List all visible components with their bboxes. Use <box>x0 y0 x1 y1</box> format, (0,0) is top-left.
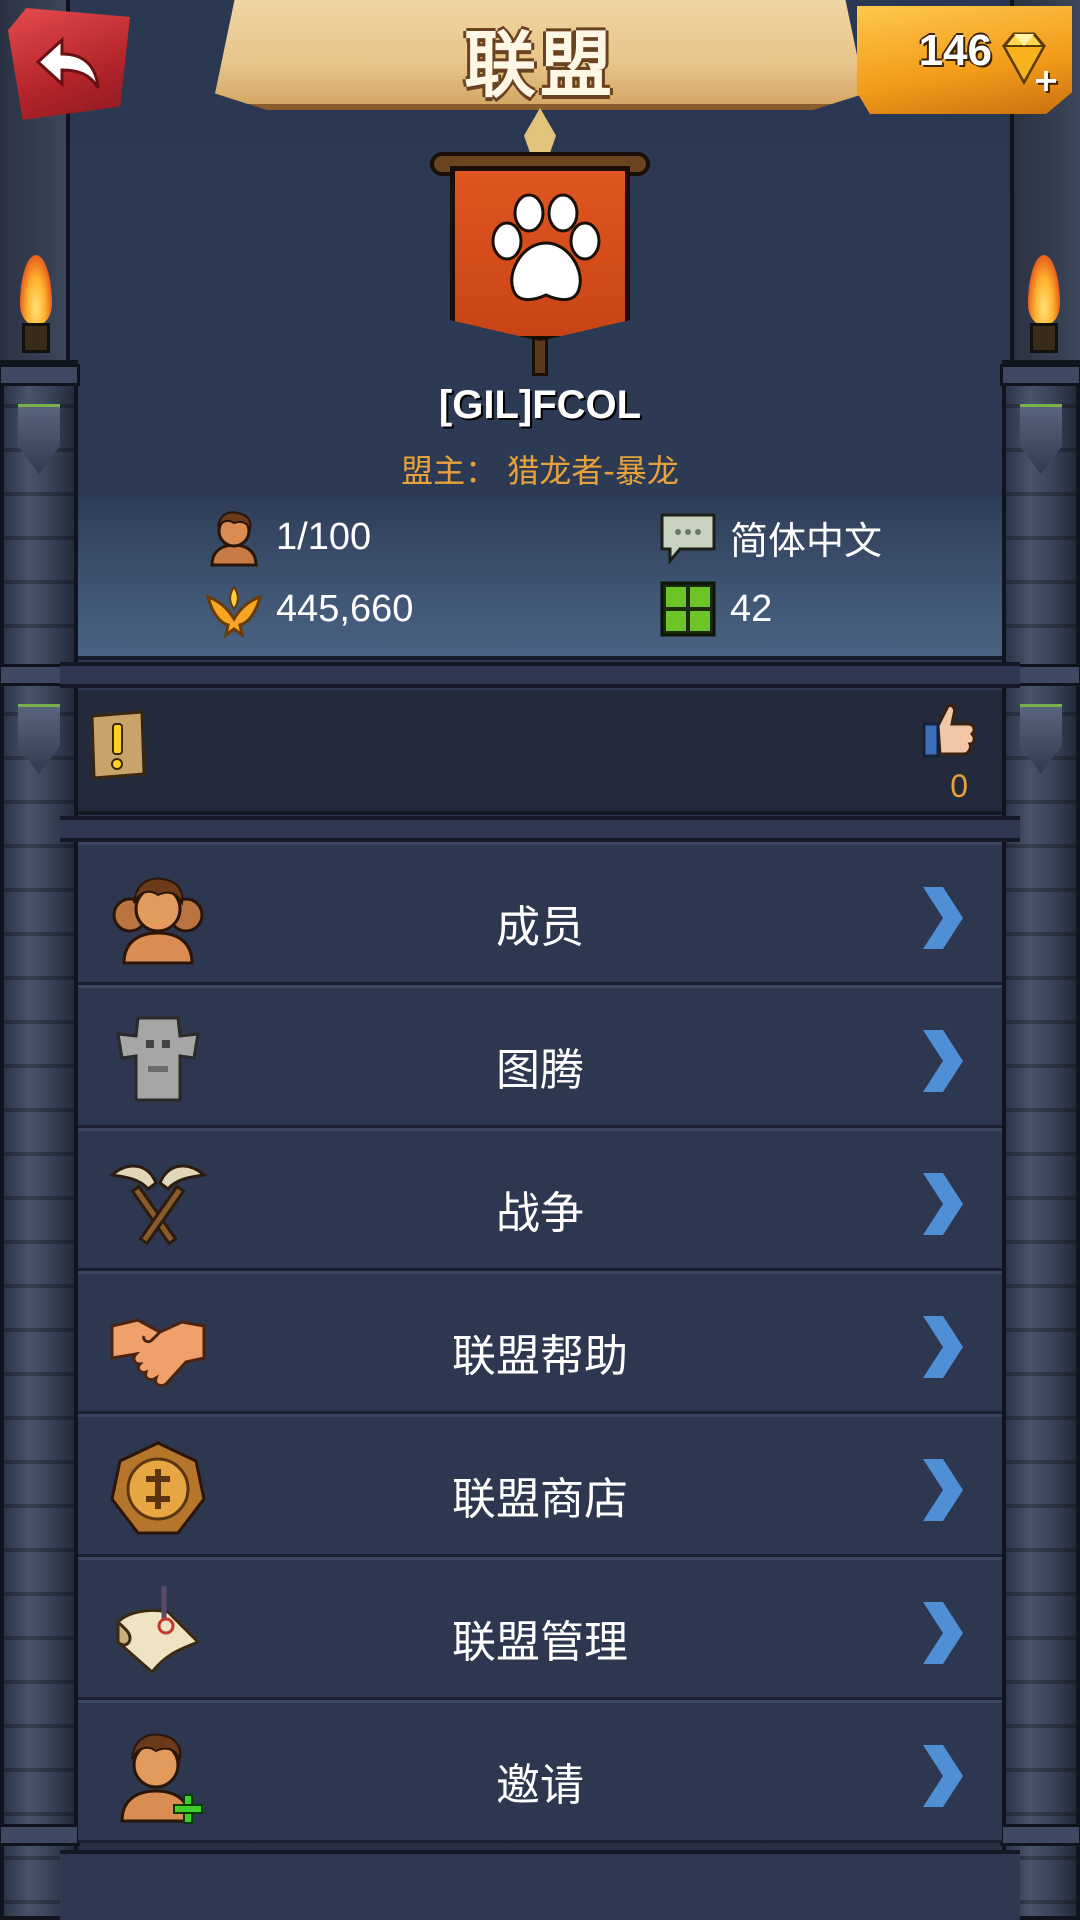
alliance-stats-panel: 1/100 445,660 简体中文 42 <box>78 497 1002 660</box>
title-banner: 联盟 <box>215 0 865 110</box>
chevron-right-icon <box>923 1316 963 1378</box>
torch-right-icon <box>1024 255 1064 355</box>
add-gems-icon: + <box>1032 61 1060 99</box>
flame-icon <box>20 255 52 325</box>
menu-label: 联盟帮助 <box>452 1331 628 1382</box>
torch-base <box>22 323 50 353</box>
alliance-emblem <box>430 108 650 378</box>
flame-icon <box>1028 255 1060 325</box>
territory-grid-icon <box>660 581 716 637</box>
stat-territory: 42 <box>658 579 772 639</box>
page-title: 联盟 <box>463 23 616 107</box>
like-count: 0 <box>950 768 968 804</box>
alliance-name: [GIL]FCOL <box>438 383 642 427</box>
banner-flag <box>450 166 630 341</box>
thumbs-up-icon[interactable] <box>920 700 980 760</box>
pillar-cap <box>1000 1824 1080 1846</box>
alliance-leader: 盟主： 猎龙者-暴龙 <box>401 452 679 490</box>
menu-item-alliance-shop[interactable]: 联盟商店 <box>78 1414 1002 1557</box>
torch-base <box>1030 323 1058 353</box>
gem-count: 146 <box>918 26 992 75</box>
pillar-cap <box>0 1824 80 1846</box>
stat-members: 1/100 <box>204 507 371 567</box>
paw-icon <box>491 193 601 301</box>
stat-power: 445,660 <box>204 579 413 639</box>
chevron-right-icon <box>923 1745 963 1807</box>
members-count: 1/100 <box>276 515 372 558</box>
menu-item-alliance-management[interactable]: 联盟管理 <box>78 1557 1002 1700</box>
menu-item-war[interactable]: 战争 <box>78 1128 1002 1271</box>
torch-left-icon <box>16 255 56 355</box>
divider <box>60 662 1020 688</box>
gem-counter-button[interactable]: 146 + <box>857 6 1072 114</box>
member-icon <box>210 511 258 567</box>
menu-label: 联盟商店 <box>452 1474 628 1525</box>
banner-spear-tip <box>524 108 556 154</box>
menu-item-invite[interactable]: 邀请 <box>78 1700 1002 1843</box>
menu-item-totem[interactable]: 图腾 <box>78 985 1002 1128</box>
menu-label: 成员 <box>496 902 584 953</box>
stone-pillar-left <box>0 360 80 1920</box>
menu-label: 战争 <box>496 1188 584 1239</box>
menu-item-members[interactable]: 成员 <box>78 842 1002 985</box>
stone-pillar-right <box>1000 360 1080 1920</box>
menu-label: 邀请 <box>496 1760 584 1811</box>
alliance-notice[interactable]: 0 <box>78 690 1002 815</box>
bottom-frame <box>60 1850 1020 1920</box>
menu-label: 图腾 <box>496 1045 584 1096</box>
menu-label: 联盟管理 <box>452 1617 628 1668</box>
phoenix-power-icon <box>205 585 263 639</box>
chevron-right-icon <box>923 1602 963 1664</box>
chevron-right-icon <box>923 1173 963 1235</box>
back-arrow-icon <box>35 36 100 89</box>
pillar-rune <box>1020 704 1062 774</box>
power-value: 445,660 <box>276 587 414 630</box>
chat-bubble-icon <box>660 513 716 566</box>
chevron-right-icon <box>923 1030 963 1092</box>
stat-language: 简体中文 <box>658 507 882 567</box>
language-value: 简体中文 <box>730 520 883 563</box>
menu-item-alliance-help[interactable]: 联盟帮助 <box>78 1271 1002 1414</box>
notice-scroll-icon <box>90 710 146 780</box>
pillar-rune <box>18 704 60 774</box>
chevron-right-icon <box>923 887 963 949</box>
back-button[interactable] <box>8 8 130 120</box>
alliance-menu: 成员 图腾 战争 联盟帮助 联盟商店 联盟管理 邀请 <box>78 842 1002 1843</box>
chevron-right-icon <box>923 1459 963 1521</box>
territory-value: 42 <box>730 587 773 630</box>
divider <box>60 816 1020 842</box>
